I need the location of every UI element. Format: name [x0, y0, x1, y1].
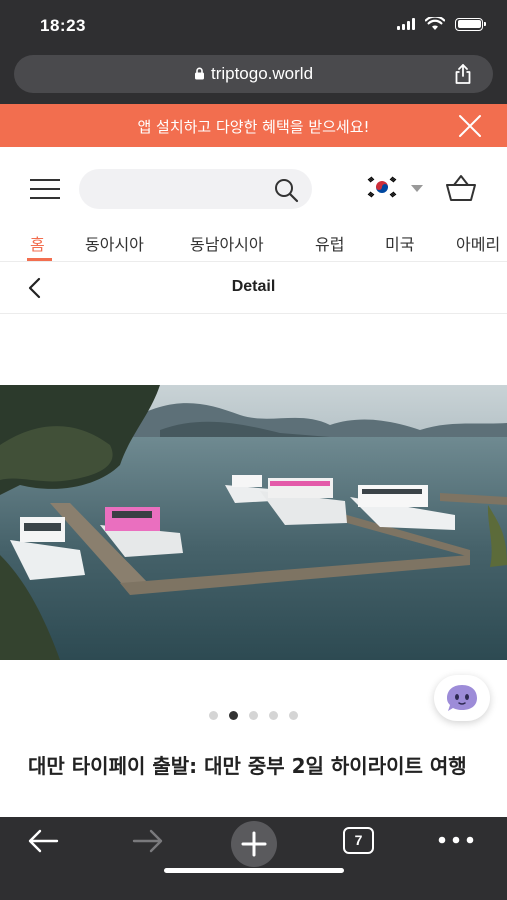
page-title: Detail — [231, 278, 276, 295]
tour-hero-image[interactable] — [0, 385, 507, 660]
forward-arrow-icon[interactable] — [131, 828, 165, 854]
chatbot-icon — [447, 685, 477, 711]
status-time: 18:23 — [40, 16, 86, 35]
home-indicator[interactable] — [164, 868, 344, 873]
status-icons — [397, 17, 486, 31]
lake-boats-photo — [0, 385, 507, 660]
carousel-dot-active[interactable] — [229, 711, 238, 720]
korea-flag-icon[interactable] — [366, 176, 398, 198]
tab-east-asia[interactable]: 동아시아 — [85, 231, 144, 255]
status-bar: 18:23 — [0, 0, 507, 52]
url-display: triptogo.world — [14, 64, 493, 84]
more-options-icon[interactable] — [438, 836, 474, 844]
tour-title: 대만 타이페이 출발: 대만 중부 2일 하이라이트 여행 — [28, 754, 467, 778]
promo-text: 앱 설치하고 다양한 혜택을 받으세요! — [137, 118, 370, 136]
url-text: triptogo.world — [210, 64, 314, 83]
carousel-dot[interactable] — [249, 711, 258, 720]
close-icon[interactable] — [457, 113, 483, 139]
carousel-indicator[interactable] — [0, 711, 507, 720]
lock-icon — [194, 67, 204, 80]
carousel-dot[interactable] — [209, 711, 218, 720]
menu-icon[interactable] — [30, 177, 60, 201]
site-header — [0, 147, 507, 229]
detail-header: Detail — [0, 262, 507, 314]
search-icon[interactable] — [273, 177, 299, 203]
address-bar[interactable]: triptogo.world — [14, 55, 493, 93]
tab-home[interactable]: 홈 — [30, 231, 45, 255]
tab-southeast-asia[interactable]: 동남아시아 — [190, 231, 264, 255]
search-input[interactable] — [79, 169, 312, 209]
tab-switcher-button[interactable]: 7 — [343, 827, 374, 854]
plus-icon — [241, 831, 267, 857]
cellular-signal-icon — [397, 18, 415, 30]
browser-bottom-toolbar: 7 — [0, 817, 507, 900]
tab-europe[interactable]: 유럽 — [315, 231, 344, 255]
back-arrow-icon[interactable] — [26, 828, 60, 854]
basket-icon[interactable] — [444, 173, 478, 203]
browser-top-chrome: 18:23 triptogo.world — [0, 0, 507, 104]
chevron-down-icon[interactable] — [411, 185, 423, 192]
battery-icon — [455, 17, 486, 31]
share-icon[interactable] — [453, 63, 473, 85]
tab-americas[interactable]: 아메리 — [456, 231, 500, 255]
carousel-dot[interactable] — [269, 711, 278, 720]
app-promo-banner[interactable]: 앱 설치하고 다양한 혜택을 받으세요! — [0, 104, 507, 147]
category-tabs: 홈 동아시아 동남아시아 유럽 미국 아메리 — [0, 229, 507, 262]
wifi-icon — [425, 17, 445, 30]
active-tab-indicator — [27, 258, 52, 261]
new-tab-button[interactable] — [231, 821, 277, 867]
carousel-dot[interactable] — [289, 711, 298, 720]
tab-usa[interactable]: 미국 — [385, 231, 414, 255]
